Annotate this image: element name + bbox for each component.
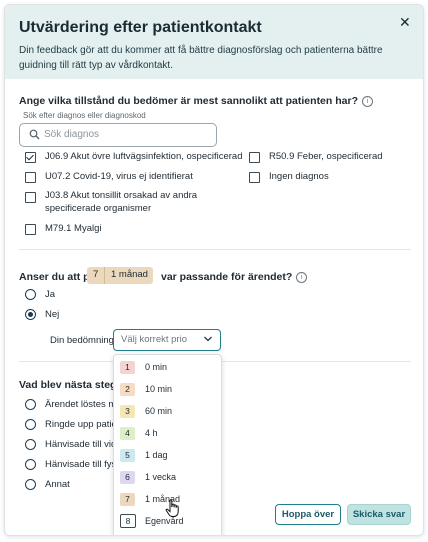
prio-question-suffix: var passande för ärendet? i: [161, 271, 308, 283]
close-icon[interactable]: ✕: [399, 14, 411, 31]
diagnosis-search-box[interactable]: [19, 123, 217, 147]
dropdown-option[interactable]: 2 10 min: [114, 379, 221, 401]
checkbox-label-ingen-diagnos: Ingen diagnos: [269, 171, 329, 182]
radio-label-next-step: Ärendet löstes me: [45, 399, 122, 410]
prio-badge: 8: [120, 514, 136, 528]
option-label: 10 min: [145, 384, 173, 394]
diagnosis-search-input[interactable]: [44, 127, 209, 142]
prio-badge: 3: [120, 405, 135, 418]
divider: [19, 249, 411, 250]
info-icon[interactable]: i: [296, 272, 308, 283]
diagnosis-question-text: Ange vilka tillstånd du bedömer är mest …: [19, 95, 358, 107]
radio-ja[interactable]: [25, 289, 36, 300]
hand-cursor-icon: [165, 499, 179, 517]
checkbox-label-u072: U07.2 Covid-19, virus ej identifierat: [45, 171, 193, 182]
checkbox-ingen-diagnos[interactable]: [249, 172, 260, 183]
dropdown-option[interactable]: 4 4 h: [114, 423, 221, 445]
chevron-down-icon: [204, 336, 212, 342]
checkbox-j038[interactable]: [25, 192, 36, 203]
dialog-header: Utvärdering efter patientkontakt Din fee…: [5, 5, 423, 79]
option-label: 0 min: [145, 362, 168, 372]
dialog-subtitle: Din feedback gör att du kommer att få bä…: [19, 45, 383, 71]
prio-chip: 7 1 månad: [87, 267, 153, 284]
checkbox-label-j069: J06.9 Akut övre luftvägsinfektion, ospec…: [45, 151, 243, 162]
radio-label-nej: Nej: [45, 309, 60, 320]
radio-label-next-step: Hänvisade till vid: [45, 439, 117, 450]
option-label: 1 dag: [145, 450, 168, 460]
prio-chip-label: 1 månad: [111, 269, 148, 280]
feedback-dialog: Utvärdering efter patientkontakt Din fee…: [4, 4, 424, 536]
diagnosis-question: Ange vilka tillstånd du bedömer är mest …: [19, 95, 373, 107]
search-label: Sök efter diagnos eller diagnoskod: [23, 111, 146, 120]
option-label: 4 h: [145, 428, 158, 438]
prio-badge: 7: [120, 493, 135, 506]
prio-select[interactable]: Välj korrekt prio: [113, 329, 221, 351]
radio-next-step[interactable]: [25, 419, 36, 430]
dropdown-option[interactable]: 1 0 min: [114, 357, 221, 379]
dropdown-option[interactable]: 5 1 dag: [114, 445, 221, 467]
radio-next-step[interactable]: [25, 439, 36, 450]
search-icon: [29, 129, 40, 140]
option-label: 1 vecka: [145, 472, 177, 482]
info-icon[interactable]: i: [361, 96, 373, 107]
dialog-title: Utvärdering efter patientkontakt: [19, 19, 262, 36]
radio-label-next-step: Hänvisade till fysi: [45, 459, 119, 470]
radio-label-next-step: Ringde upp patien: [45, 419, 123, 430]
prio-badge: 1: [120, 361, 135, 374]
prio-question-suffix-text: var passande för ärendet?: [161, 271, 293, 283]
prio-chip-separator: [104, 267, 105, 284]
assessment-label: Din bedömning:: [50, 335, 117, 346]
checkbox-u072[interactable]: [25, 172, 36, 183]
radio-label-next-step: Annat: [45, 479, 70, 490]
checkbox-label-m791: M79.1 Myalgi: [45, 223, 102, 234]
prio-badge: 4: [120, 427, 135, 440]
radio-next-step[interactable]: [25, 459, 36, 470]
checkbox-r509[interactable]: [249, 152, 260, 163]
prio-chip-number: 7: [93, 269, 99, 280]
send-button[interactable]: Skicka svar: [347, 504, 411, 525]
checkbox-m791[interactable]: [25, 224, 36, 235]
checkbox-j069[interactable]: [25, 152, 36, 163]
dropdown-option[interactable]: 6 1 vecka: [114, 467, 221, 489]
option-label: 60 min: [145, 406, 173, 416]
prio-badge: 5: [120, 449, 135, 462]
radio-next-step[interactable]: [25, 479, 36, 490]
checkbox-label-r509: R50.9 Feber, ospecificerad: [269, 151, 383, 162]
radio-label-ja: Ja: [45, 289, 56, 300]
prio-badge: 2: [120, 383, 135, 396]
prio-badge: 6: [120, 471, 135, 484]
radio-nej[interactable]: [25, 309, 36, 320]
prio-select-placeholder: Välj korrekt prio: [121, 334, 187, 345]
dropdown-option[interactable]: 3 60 min: [114, 401, 221, 423]
checkbox-label-j038: J03.8 Akut tonsillit orsakad av andra sp…: [45, 190, 198, 214]
radio-next-step[interactable]: [25, 399, 36, 410]
skip-button[interactable]: Hoppa över: [275, 504, 341, 525]
